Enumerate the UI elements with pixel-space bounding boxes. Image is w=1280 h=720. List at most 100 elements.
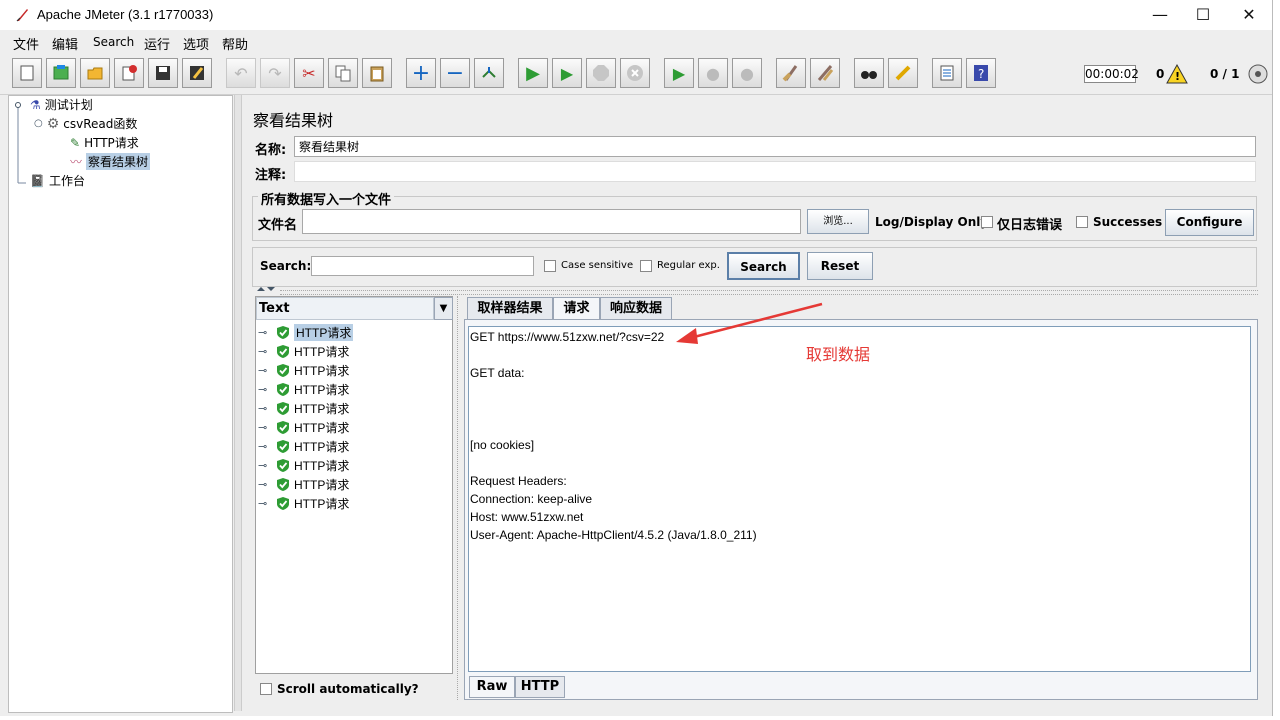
annotation-label: 取到数据 — [806, 345, 871, 364]
expand-toggle-icon[interactable]: ○ — [34, 118, 43, 129]
menu-edit[interactable]: 编辑 — [52, 34, 78, 53]
menu-help[interactable]: 帮助 — [222, 34, 248, 53]
search-button[interactable]: Search — [727, 252, 800, 280]
expand-toggle-icon[interactable]: ⊸ — [258, 345, 272, 358]
result-row[interactable]: ⊸ HTTP请求 — [258, 323, 354, 342]
collapse-all-icon[interactable]: − — [440, 58, 470, 88]
clear-icon[interactable] — [776, 58, 806, 88]
remote-start-icon[interactable]: ▶ — [664, 58, 694, 88]
start-no-pauses-icon[interactable]: ▶ — [552, 58, 582, 88]
expand-toggle-icon[interactable]: ⊸ — [258, 459, 272, 472]
help-icon[interactable]: ? — [966, 58, 996, 88]
copy-icon[interactable] — [328, 58, 358, 88]
result-label: HTTP请求 — [294, 364, 350, 378]
result-label: HTTP请求 — [294, 478, 350, 492]
expand-toggle-icon[interactable]: ⊸ — [258, 402, 272, 415]
errors-only-checkbox[interactable] — [981, 216, 993, 228]
reset-search-icon[interactable] — [888, 58, 918, 88]
expand-toggle-icon[interactable]: ⊸ — [258, 440, 272, 453]
result-row[interactable]: ⊸ HTTP请求 — [258, 494, 349, 513]
request-text-line: Connection: keep-alive — [470, 492, 593, 506]
paste-icon[interactable] — [362, 58, 392, 88]
remote-shutdown-icon[interactable]: ● — [732, 58, 762, 88]
tab-response-data[interactable]: 响应数据 — [600, 297, 672, 319]
close-plan-icon[interactable] — [114, 58, 144, 88]
browse-button[interactable]: 浏览... — [807, 209, 869, 234]
pipette-icon: ✎ — [70, 135, 81, 150]
result-row[interactable]: ⊸ HTTP请求 — [258, 475, 349, 494]
tab-raw[interactable]: Raw — [469, 676, 515, 698]
name-field[interactable]: 察看结果树 — [294, 136, 1256, 157]
undo-icon[interactable]: ↶ — [226, 58, 256, 88]
remote-stop-icon[interactable]: ● — [698, 58, 728, 88]
scroll-auto-label: Scroll automatically? — [277, 682, 419, 696]
result-row[interactable]: ⊸ HTTP请求 — [258, 437, 349, 456]
expand-toggle-icon[interactable]: ⊸ — [258, 421, 272, 434]
tree-node-view-results-tree[interactable]: 〰 察看结果树 — [70, 153, 151, 170]
successes-label: Successes — [1093, 215, 1163, 229]
tree-node-thread-group[interactable]: ○ ⚙ csvRead函数 — [34, 115, 137, 132]
split-divider[interactable] — [280, 290, 1258, 295]
cut-icon[interactable]: ✂ — [294, 58, 324, 88]
comment-label: 注释: — [255, 168, 287, 183]
tree-node-workbench[interactable]: 📓 工作台 — [30, 172, 85, 189]
toggle-icon[interactable] — [474, 58, 504, 88]
close-button[interactable]: ✕ — [1226, 0, 1272, 30]
scroll-auto-checkbox[interactable] — [260, 683, 272, 695]
warning-icon[interactable]: ! — [1166, 64, 1188, 84]
menu-run[interactable]: 运行 — [144, 34, 170, 53]
pane-splitter[interactable] — [234, 95, 242, 711]
expand-toggle-icon[interactable]: ⊸ — [258, 364, 272, 377]
expand-toggle-icon[interactable]: ⊸ — [258, 326, 272, 339]
comment-field[interactable] — [294, 161, 1256, 182]
case-sensitive-checkbox[interactable] — [544, 260, 556, 272]
file-name-label: 文件名 — [258, 218, 298, 233]
result-row[interactable]: ⊸ HTTP请求 — [258, 456, 349, 475]
minimize-button[interactable]: — — [1137, 0, 1183, 30]
result-row[interactable]: ⊸ HTTP请求 — [258, 418, 349, 437]
result-row[interactable]: ⊸ HTTP请求 — [258, 361, 349, 380]
configure-button[interactable]: Configure — [1165, 209, 1254, 236]
expand-toggle-icon[interactable]: ⊸ — [258, 497, 272, 510]
successes-checkbox[interactable] — [1076, 216, 1088, 228]
result-label: HTTP请求 — [294, 402, 350, 416]
renderer-select[interactable]: Text — [256, 297, 434, 320]
expand-toggle-icon[interactable]: ⊸ — [258, 478, 272, 491]
vertical-splitter[interactable] — [457, 296, 463, 700]
menu-options[interactable]: 选项 — [183, 34, 209, 53]
tab-http[interactable]: HTTP — [515, 676, 565, 698]
result-row[interactable]: ⊸ HTTP请求 — [258, 342, 349, 361]
menu-search[interactable]: Search — [93, 35, 134, 49]
clear-all-icon[interactable] — [810, 58, 840, 88]
result-row[interactable]: ⊸ HTTP请求 — [258, 380, 349, 399]
file-name-field[interactable] — [302, 209, 801, 234]
chevron-down-icon[interactable]: ▼ — [434, 297, 453, 320]
redo-icon[interactable]: ↷ — [260, 58, 290, 88]
maximize-button[interactable]: ☐ — [1180, 0, 1226, 30]
reset-button[interactable]: Reset — [807, 252, 873, 280]
templates-icon[interactable] — [46, 58, 76, 88]
tree-node-http-request[interactable]: ✎ HTTP请求 — [70, 134, 139, 151]
elapsed-timer: 00:00:02 — [1084, 65, 1139, 83]
shutdown-icon[interactable] — [620, 58, 650, 88]
success-shield-icon — [277, 326, 289, 339]
tab-sampler-result[interactable]: 取样器结果 — [467, 297, 553, 319]
new-icon[interactable] — [12, 58, 42, 88]
function-helper-icon[interactable] — [932, 58, 962, 88]
regex-checkbox[interactable] — [640, 260, 652, 272]
search-input[interactable] — [311, 256, 534, 276]
menu-file[interactable]: 文件 — [13, 34, 39, 53]
tree-node-test-plan[interactable]: ⚗ 测试计划 — [30, 96, 93, 113]
start-icon[interactable]: ▶ — [518, 58, 548, 88]
split-arrows-icon[interactable] — [256, 285, 276, 293]
tab-request[interactable]: 请求 — [553, 297, 600, 320]
save-as-icon[interactable] — [182, 58, 212, 88]
search-binoculars-icon[interactable] — [854, 58, 884, 88]
expand-toggle-icon[interactable]: ⊸ — [258, 383, 272, 396]
save-icon[interactable] — [148, 58, 178, 88]
stop-icon[interactable] — [586, 58, 616, 88]
result-row[interactable]: ⊸ HTTP请求 — [258, 399, 349, 418]
open-icon[interactable] — [80, 58, 110, 88]
chart-icon: 〰 — [70, 155, 83, 169]
expand-all-icon[interactable]: + — [406, 58, 436, 88]
